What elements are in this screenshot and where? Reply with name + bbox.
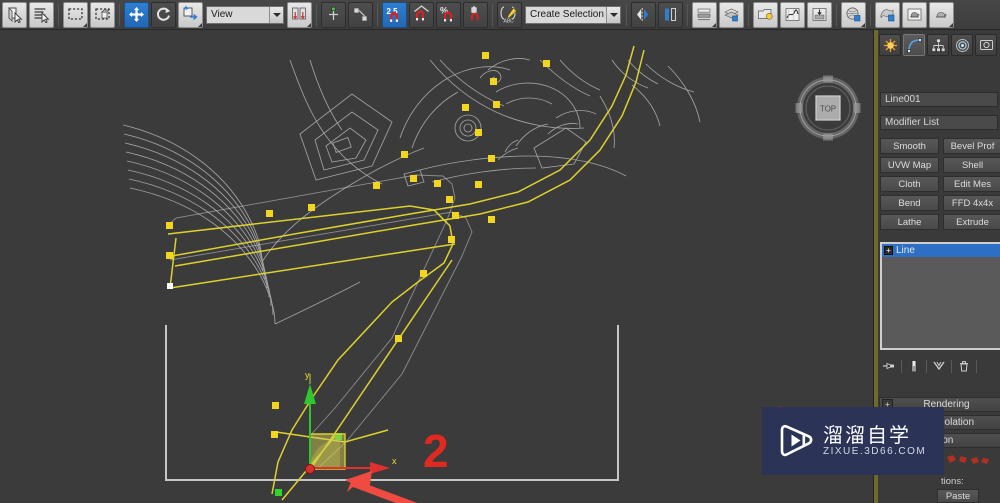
modifier-button-bend[interactable]: Bend — [880, 195, 939, 211]
toolbar-separator — [687, 3, 688, 26]
select-and-scale-button[interactable] — [178, 1, 203, 28]
tab-hierarchy[interactable] — [927, 34, 949, 56]
gizmo-axis-label-x: x — [392, 456, 397, 466]
modifier-button-extrude[interactable]: Extrude — [943, 214, 1000, 230]
watermark-text: 溜溜自学 ZIXUE.3D66.COM — [823, 424, 926, 458]
watermark-url: ZIXUE.3D66.COM — [823, 446, 927, 457]
layer-explorer-button[interactable] — [692, 1, 717, 28]
render-production-button[interactable] — [902, 1, 927, 28]
viewcube-face-label: TOP — [820, 105, 836, 114]
schematic-view-button[interactable] — [807, 1, 832, 28]
toolbar-separator — [951, 359, 952, 373]
object-name-field[interactable]: Line001 — [880, 92, 998, 107]
window-crossing-button[interactable] — [90, 1, 115, 28]
move-transform-gizmo: y x — [304, 370, 397, 474]
app-window: View 2.5 % ABC Create Selection y x TOP … — [0, 0, 1000, 503]
select-and-rotate-button[interactable] — [151, 1, 176, 28]
modifier-list-dropdown[interactable]: Modifier List — [880, 115, 998, 130]
modifier-button-ffd[interactable]: FFD 4x4x — [943, 195, 1000, 211]
render-iterative-button[interactable] — [929, 1, 954, 28]
toolbar-separator — [626, 3, 627, 26]
reference-coordinate-system-value: View — [211, 9, 233, 20]
command-panel-tabs — [879, 33, 1000, 57]
select-and-move-button[interactable] — [124, 1, 149, 28]
percent-snap-toggle-button[interactable]: % — [436, 1, 461, 28]
toolbar-separator — [976, 359, 977, 373]
remove-modifier-button[interactable] — [955, 357, 973, 375]
gizmo-axis-label-y: y — [305, 370, 310, 380]
modifier-button-edit-mesh[interactable]: Edit Mes — [943, 176, 1000, 192]
toolbar-separator — [870, 3, 871, 26]
modifier-button-smooth[interactable]: Smooth — [880, 138, 939, 154]
cad-linework — [122, 58, 701, 325]
stack-item-line[interactable]: + Line — [882, 244, 1000, 257]
select-and-place-button[interactable] — [321, 1, 346, 28]
material-editor-button[interactable] — [841, 1, 866, 28]
render-setup-button[interactable] — [753, 1, 778, 28]
stack-item-label: Line — [896, 245, 915, 256]
named-selection-set-value: Create Selection Se — [530, 9, 606, 20]
select-and-link-button[interactable] — [348, 1, 373, 28]
modifier-button-bevel-profile[interactable]: Bevel Prof — [943, 138, 1000, 154]
modifier-buttons-grid: Smooth Bevel Prof UVW Map Shell Cloth Ed… — [880, 138, 1000, 230]
modifier-button-cloth[interactable]: Cloth — [880, 176, 939, 192]
tab-modify[interactable] — [903, 34, 925, 56]
modifier-button-uvw-map[interactable]: UVW Map — [880, 157, 939, 173]
main-toolbar: View 2.5 % ABC Create Selection — [0, 0, 1000, 30]
spline-line001 — [167, 45, 645, 501]
perspective-viewport[interactable]: y x TOP 2 — [0, 30, 873, 503]
align-button[interactable] — [658, 1, 683, 28]
spinner-snap-toggle-button[interactable] — [463, 1, 488, 28]
reference-coordinate-system-dropdown[interactable]: View — [206, 5, 284, 24]
viewcube[interactable]: TOP — [795, 75, 861, 141]
spline-vertex-near-gizmo — [271, 431, 278, 438]
svg-text:ABC: ABC — [504, 19, 515, 25]
chevron-down-icon[interactable] — [269, 6, 283, 23]
toolbar-separator — [58, 3, 59, 26]
show-end-result-button[interactable] — [905, 357, 923, 375]
edit-named-selection-sets-button[interactable]: ABC — [497, 1, 522, 28]
watermark-brand-cn: 溜溜自学 — [823, 423, 911, 447]
use-pivot-point-center-button[interactable] — [287, 1, 312, 28]
chevron-down-icon[interactable] — [606, 6, 620, 23]
toolbar-separator — [119, 3, 120, 26]
modifier-stack[interactable]: + Line — [880, 242, 1000, 350]
manage-layers-button[interactable] — [719, 1, 744, 28]
toolbar-separator — [377, 3, 378, 26]
tab-create[interactable] — [879, 34, 901, 56]
expand-plus-icon[interactable]: + — [884, 246, 893, 255]
select-by-name-button[interactable] — [29, 1, 54, 28]
toolbar-separator — [901, 359, 902, 373]
rectangular-selection-region-button[interactable] — [63, 1, 88, 28]
tab-display[interactable] — [975, 34, 997, 56]
copy-paste-tangents-label: tions: — [941, 476, 964, 487]
watermark-overlay: 溜溜自学 ZIXUE.3D66.COM — [762, 407, 944, 475]
spline-vertices — [166, 52, 550, 409]
mirror-button[interactable] — [631, 1, 656, 28]
toolbar-separator — [926, 359, 927, 373]
modifier-button-lathe[interactable]: Lathe — [880, 214, 939, 230]
modifier-stack-toolbar — [880, 356, 1000, 376]
select-object-button[interactable] — [2, 1, 27, 28]
snaps-toggle-button[interactable]: 2.5 — [382, 1, 407, 28]
annotation-number-2: 2 — [423, 425, 449, 477]
toolbar-separator — [836, 3, 837, 26]
spline-endpoint-vertex — [167, 283, 173, 289]
make-unique-button[interactable] — [930, 357, 948, 375]
paste-button[interactable]: Paste — [937, 489, 979, 503]
toolbar-separator — [748, 3, 749, 26]
named-selection-set-dropdown[interactable]: Create Selection Se — [525, 5, 621, 24]
curve-editor-button[interactable] — [780, 1, 805, 28]
angle-snap-toggle-button[interactable] — [409, 1, 434, 28]
render-frame-window-button[interactable] — [875, 1, 900, 28]
toolbar-separator — [316, 3, 317, 26]
modifier-button-shell[interactable]: Shell — [943, 157, 1000, 173]
pin-stack-button[interactable] — [880, 357, 898, 375]
play-button-logo-icon — [780, 424, 813, 457]
toolbar-separator — [492, 3, 493, 26]
tab-motion[interactable] — [951, 34, 973, 56]
